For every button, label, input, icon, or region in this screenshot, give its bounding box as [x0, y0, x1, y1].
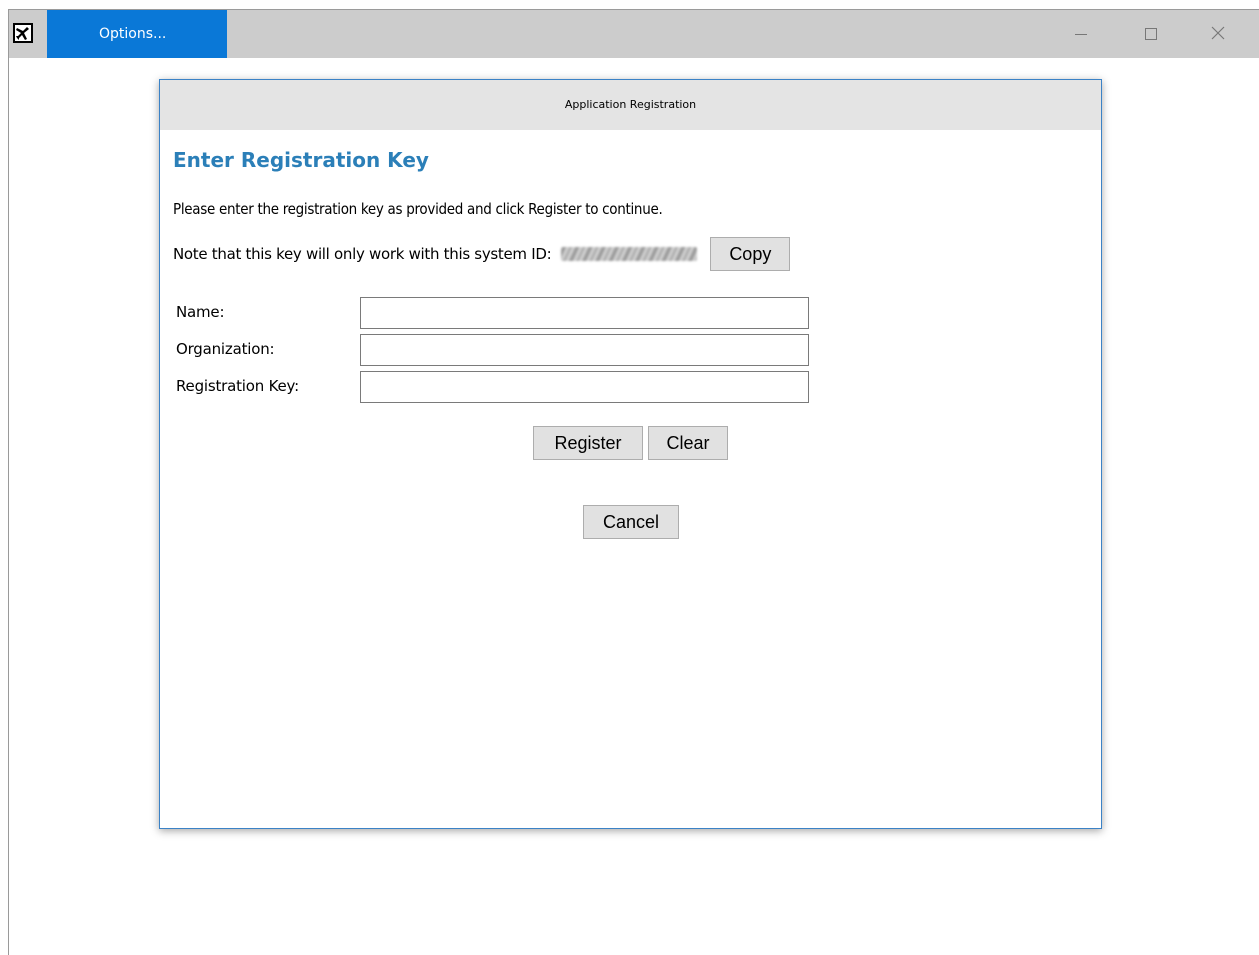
registration-key-label: Registration Key: [176, 377, 299, 395]
system-id-note-text: Note that this key will only work with t… [173, 245, 552, 263]
minimize-icon [1075, 25, 1087, 44]
organization-field[interactable] [360, 334, 809, 366]
instruction-text: Please enter the registration key as pro… [173, 200, 663, 218]
cancel-button[interactable]: Cancel [583, 505, 679, 539]
application-window: Options... Application Registration Ente… [8, 9, 1259, 955]
name-field[interactable] [360, 297, 809, 329]
registration-key-row: Registration Key: [173, 371, 813, 403]
options-tab[interactable]: Options... [47, 10, 227, 58]
page-title: Enter Registration Key [173, 148, 429, 172]
registration-dialog: Application Registration Enter Registrat… [159, 79, 1102, 829]
copy-button[interactable]: Copy [710, 237, 791, 271]
maximize-icon [1145, 25, 1157, 44]
name-label: Name: [176, 303, 225, 321]
minimize-button[interactable] [1058, 10, 1104, 58]
registration-key-field[interactable] [360, 371, 809, 403]
system-id-value-redacted [561, 247, 698, 261]
clear-button[interactable]: Clear [648, 426, 728, 460]
organization-label: Organization: [176, 340, 275, 358]
close-icon [1211, 25, 1225, 44]
airplane-icon[interactable] [13, 23, 33, 43]
register-button[interactable]: Register [533, 426, 643, 460]
close-button[interactable] [1195, 10, 1241, 58]
name-row: Name: [173, 297, 813, 329]
title-bar[interactable]: Options... [9, 10, 1259, 58]
organization-row: Organization: [173, 334, 813, 366]
maximize-button[interactable] [1128, 10, 1174, 58]
system-id-note: Note that this key will only work with t… [173, 237, 791, 271]
dialog-title: Application Registration [160, 80, 1101, 130]
